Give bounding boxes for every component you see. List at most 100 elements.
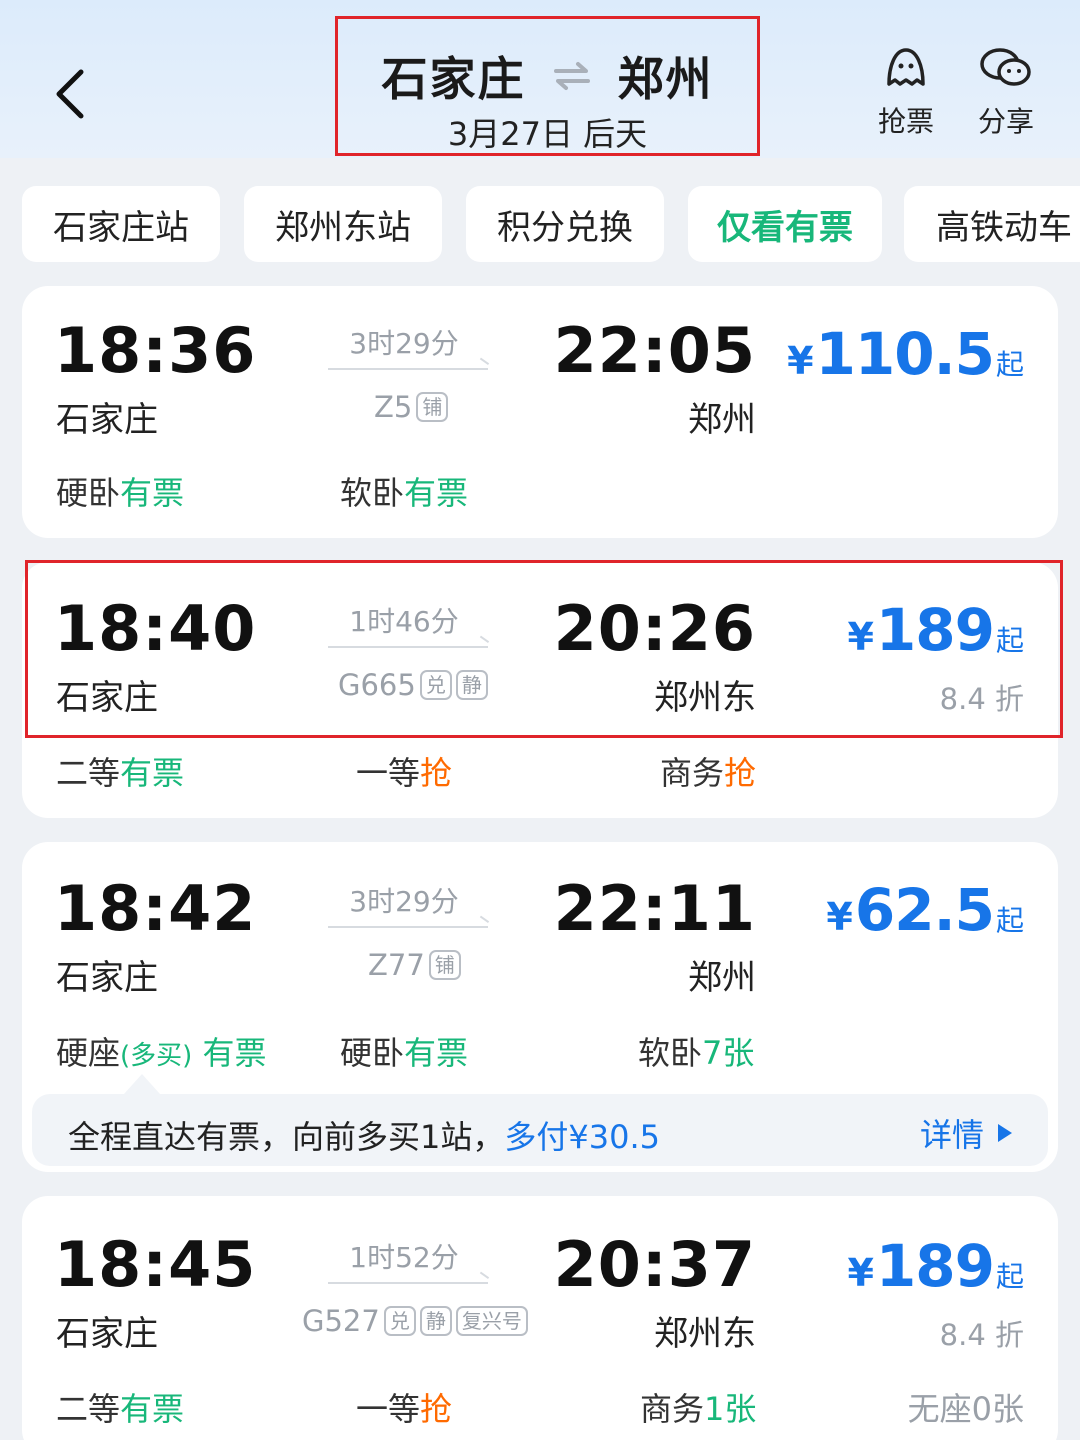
- seat-status: 0张: [971, 1390, 1024, 1428]
- seat-status: 1张: [704, 1390, 757, 1428]
- seat-type: 一等: [356, 1390, 421, 1428]
- seat-availability: 商务1张: [640, 1384, 756, 1430]
- depart-time: 18:45: [54, 1228, 257, 1301]
- seat-status: 有票: [120, 474, 185, 512]
- duration-arrow: [328, 926, 488, 928]
- duration-arrow: [328, 1282, 488, 1284]
- train-card[interactable]: 18:36 石家庄 3时29分 Z5 铺 22:05 郑州 ¥ 110.5 起 …: [22, 286, 1058, 538]
- swap-icon[interactable]: [552, 56, 592, 96]
- train-card[interactable]: 18:45 石家庄 1时52分 G527 兑 静 复兴号 20:37 郑州东 ¥…: [22, 1196, 1058, 1440]
- arrive-time: 20:37: [553, 1228, 756, 1301]
- seat-type: 硬座: [56, 1034, 121, 1072]
- depart-station: 石家庄: [56, 1314, 158, 1354]
- back-button[interactable]: [40, 58, 100, 130]
- depart-station: 石家庄: [56, 958, 158, 998]
- upgrade-hint[interactable]: 全程直达有票，向前多买1站，多付¥30.5 详情: [32, 1094, 1048, 1166]
- filter-chip-points[interactable]: 积分兑换: [466, 186, 664, 262]
- filter-chip-dest-station[interactable]: 郑州东站: [244, 186, 442, 262]
- seat-availability: 商务抢: [660, 748, 756, 794]
- route-selector[interactable]: 石家庄 郑州 3月27日 后天: [335, 16, 760, 156]
- duration: 3时29分: [349, 327, 459, 360]
- hint-detail-label: 详情: [919, 1116, 984, 1154]
- train-number[interactable]: G527 兑 静 复兴号: [302, 1304, 528, 1338]
- seat-type: 硬卧: [56, 474, 121, 512]
- currency-symbol: ¥: [847, 615, 874, 659]
- currency-symbol: ¥: [847, 1251, 874, 1295]
- share-label: 分享: [977, 105, 1034, 138]
- discount: 8.4 折: [939, 682, 1024, 716]
- filter-bar: 石家庄站 郑州东站 积分兑换 仅看有票 高铁动车: [22, 186, 1080, 264]
- hint-main-text: 全程直达有票，向前多买1站，: [68, 1118, 505, 1156]
- share-button[interactable]: 分享: [966, 44, 1046, 140]
- arrive-station: 郑州东: [654, 1314, 756, 1354]
- header-bar: 石家庄 郑州 3月27日 后天 抢票 分享: [0, 0, 1080, 158]
- destination-city: 郑州: [617, 52, 714, 106]
- chevron-left-icon: [56, 69, 84, 119]
- duration-arrow: [328, 646, 488, 648]
- depart-station: 石家庄: [56, 400, 158, 440]
- train-number-text: G527: [302, 1304, 380, 1338]
- price: ¥ 189 起: [847, 1232, 1024, 1300]
- train-number-text: Z77: [368, 948, 425, 982]
- seat-availability: 硬座(多买) 有票: [56, 1028, 267, 1074]
- price-suffix: 起: [995, 1260, 1024, 1293]
- seat-availability: 软卧有票: [340, 468, 468, 514]
- seat-type: 软卧: [638, 1034, 703, 1072]
- train-number[interactable]: Z77 铺: [368, 948, 461, 982]
- seat-status: 抢: [420, 754, 453, 792]
- seat-status: 有票: [404, 474, 469, 512]
- train-number[interactable]: G665 兑 静: [338, 668, 488, 702]
- price-value: 189: [875, 1232, 995, 1300]
- filter-chip-high-speed[interactable]: 高铁动车: [904, 186, 1080, 262]
- quiet-car-tag: 静: [419, 1306, 452, 1336]
- seat-status: 抢: [724, 754, 757, 792]
- price-value: 62.5: [854, 876, 995, 944]
- seat-availability: 一等抢: [356, 1384, 452, 1430]
- quiet-car-tag: 静: [455, 670, 488, 700]
- seat-status: 有票: [202, 1034, 267, 1072]
- duration: 1时52分: [349, 1241, 459, 1274]
- grab-ticket-label: 抢票: [877, 105, 934, 138]
- hint-pointer: [124, 1074, 160, 1094]
- seat-availability: 二等有票: [56, 748, 184, 794]
- travel-date: 3月27日 后天: [447, 115, 648, 153]
- seat-availability: 硬卧有票: [56, 468, 184, 514]
- seat-status: 抢: [420, 1390, 453, 1428]
- train-number-text: G665: [338, 668, 416, 702]
- depart-time: 18:36: [54, 314, 257, 387]
- duration: 1时46分: [349, 605, 459, 638]
- seat-availability: 软卧7张: [638, 1028, 754, 1074]
- origin-city: 石家庄: [381, 52, 526, 106]
- train-card[interactable]: 18:40 石家庄 1时46分 G665 兑 静 20:26 郑州东 ¥ 189…: [22, 562, 1058, 818]
- grab-ticket-button[interactable]: 抢票: [866, 44, 946, 140]
- seat-type: 无座: [907, 1390, 972, 1428]
- price: ¥ 110.5 起: [787, 320, 1024, 388]
- caret-right-icon: [998, 1124, 1012, 1142]
- filter-chip-available-only[interactable]: 仅看有票: [688, 186, 882, 262]
- wechat-icon: [980, 48, 1031, 86]
- seat-type: 商务: [640, 1390, 705, 1428]
- depart-time: 18:42: [54, 872, 257, 945]
- seat-availability: 二等有票: [56, 1384, 184, 1430]
- price: ¥ 189 起: [847, 596, 1024, 664]
- hint-detail-link[interactable]: 详情: [920, 1110, 1012, 1156]
- seat-status: 有票: [120, 1390, 185, 1428]
- seat-availability: 硬卧有票: [340, 1028, 468, 1074]
- hint-extra-cost: 多付¥30.5: [504, 1118, 660, 1156]
- seat-availability: 无座0张: [908, 1384, 1024, 1430]
- arrive-time: 22:11: [553, 872, 756, 945]
- seat-type: 商务: [660, 754, 725, 792]
- filter-chip-origin-station[interactable]: 石家庄站: [22, 186, 220, 262]
- duration: 3时29分: [349, 885, 459, 918]
- arrive-time: 20:26: [553, 592, 756, 665]
- route-title: 石家庄 郑州: [338, 43, 757, 109]
- train-number[interactable]: Z5 铺: [374, 390, 449, 424]
- arrive-time: 22:05: [553, 314, 756, 387]
- seat-status: 有票: [404, 1034, 469, 1072]
- arrive-station: 郑州: [688, 958, 756, 998]
- duration-arrow: [328, 368, 488, 370]
- seat-status: 有票: [120, 754, 185, 792]
- seat-type: 硬卧: [340, 1034, 405, 1072]
- seat-note: (多买): [120, 1041, 193, 1071]
- arrive-station: 郑州: [688, 400, 756, 440]
